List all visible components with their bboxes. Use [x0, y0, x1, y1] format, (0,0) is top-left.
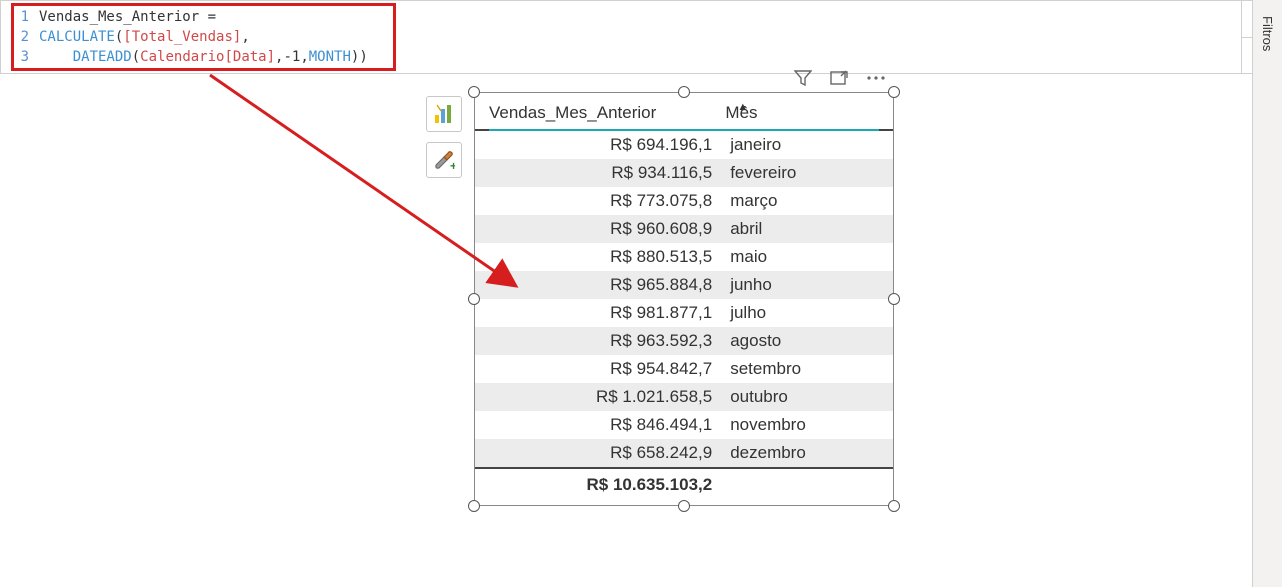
data-table: Vendas_Mes_Anterior ▲ Mês R$ 694.196,1ja…	[475, 93, 893, 505]
cell-value: R$ 965.884,8	[489, 275, 724, 295]
cell-month: setembro	[724, 359, 879, 379]
format-pane-button[interactable]: +	[426, 142, 462, 178]
bar-chart-icon	[433, 103, 455, 125]
cell-value: R$ 658.242,9	[489, 443, 724, 463]
visual-container[interactable]: + Vendas_Mes_Anterior ▲ M	[474, 92, 894, 506]
cell-month: abril	[724, 219, 879, 239]
focus-mode-icon[interactable]	[830, 70, 848, 86]
more-options-icon[interactable]	[866, 75, 886, 81]
filter-icon[interactable]	[794, 70, 812, 86]
cell-month: julho	[724, 303, 879, 323]
filters-pane-collapsed[interactable]: Filtros	[1252, 0, 1282, 587]
code-text: Vendas_Mes_Anterior =	[39, 7, 216, 27]
column-header-value[interactable]: Vendas_Mes_Anterior	[489, 103, 719, 123]
line-number: 3	[11, 47, 29, 67]
resize-handle[interactable]	[888, 293, 900, 305]
cell-month: novembro	[724, 415, 879, 435]
cell-month: outubro	[724, 387, 879, 407]
paint-brush-icon: +	[433, 149, 455, 171]
table-row[interactable]: R$ 934.116,5fevereiro	[475, 159, 893, 187]
table-row[interactable]: R$ 880.513,5maio	[475, 243, 893, 271]
table-row[interactable]: R$ 960.608,9abril	[475, 215, 893, 243]
resize-handle[interactable]	[888, 500, 900, 512]
formula-line: 1 Vendas_Mes_Anterior =	[11, 7, 1231, 27]
formula-line: 3 DATEADD(Calendario[Data],-1,MONTH))	[11, 47, 1231, 67]
code-text: DATEADD(Calendario[Data],-1,MONTH))	[39, 47, 368, 67]
cell-value: R$ 694.196,1	[489, 135, 724, 155]
resize-handle[interactable]	[468, 500, 480, 512]
formula-editor[interactable]: 1 Vendas_Mes_Anterior = 2 CALCULATE([Total_…	[1, 1, 1241, 73]
cell-month: fevereiro	[724, 163, 879, 183]
svg-text:+: +	[450, 159, 455, 171]
table-row[interactable]: R$ 658.242,9dezembro	[475, 439, 893, 467]
line-number: 2	[11, 27, 29, 47]
cell-value: R$ 934.116,5	[489, 163, 724, 183]
sort-ascending-icon: ▲	[737, 101, 748, 113]
filters-label: Filtros	[1260, 16, 1275, 51]
cell-month: maio	[724, 247, 879, 267]
resize-handle[interactable]	[468, 293, 480, 305]
cell-month: agosto	[724, 331, 879, 351]
report-canvas[interactable]: + Vendas_Mes_Anterior ▲ M	[0, 74, 1252, 587]
fields-pane-button[interactable]	[426, 96, 462, 132]
table-header: Vendas_Mes_Anterior ▲ Mês	[475, 93, 893, 131]
cell-value: R$ 960.608,9	[489, 219, 724, 239]
cell-value: R$ 846.494,1	[489, 415, 724, 435]
formula-line: 2 CALCULATE([Total_Vendas],	[11, 27, 1231, 47]
table-row[interactable]: R$ 694.196,1janeiro	[475, 131, 893, 159]
table-row[interactable]: R$ 965.884,8junho	[475, 271, 893, 299]
header-accent	[489, 129, 879, 131]
table-body: R$ 694.196,1janeiroR$ 934.116,5fevereiro…	[475, 131, 893, 467]
table-row[interactable]: R$ 846.494,1novembro	[475, 411, 893, 439]
cell-value: R$ 981.877,1	[489, 303, 724, 323]
column-header-month[interactable]: ▲ Mês	[719, 103, 879, 123]
table-visual[interactable]: Vendas_Mes_Anterior ▲ Mês R$ 694.196,1ja…	[474, 92, 894, 506]
cell-value: R$ 954.842,7	[489, 359, 724, 379]
visual-header-toolbar	[794, 70, 886, 86]
cell-month: junho	[724, 275, 879, 295]
cell-month: março	[724, 191, 879, 211]
table-row[interactable]: R$ 981.877,1julho	[475, 299, 893, 327]
cell-month: dezembro	[724, 443, 879, 463]
table-row[interactable]: R$ 963.592,3agosto	[475, 327, 893, 355]
cell-value: R$ 880.513,5	[489, 247, 724, 267]
table-row[interactable]: R$ 1.021.658,5outubro	[475, 383, 893, 411]
formula-bar[interactable]: 1 Vendas_Mes_Anterior = 2 CALCULATE([Total_…	[0, 0, 1282, 74]
total-value: R$ 10.635.103,2	[489, 475, 724, 495]
line-number: 1	[11, 7, 29, 27]
cell-value: R$ 1.021.658,5	[489, 387, 724, 407]
cell-value: R$ 773.075,8	[489, 191, 724, 211]
cell-value: R$ 963.592,3	[489, 331, 724, 351]
table-row[interactable]: R$ 954.842,7setembro	[475, 355, 893, 383]
cell-month: janeiro	[724, 135, 879, 155]
code-text: CALCULATE([Total_Vendas],	[39, 27, 250, 47]
visual-side-tools: +	[426, 96, 462, 178]
resize-handle[interactable]	[678, 500, 690, 512]
table-row[interactable]: R$ 773.075,8março	[475, 187, 893, 215]
